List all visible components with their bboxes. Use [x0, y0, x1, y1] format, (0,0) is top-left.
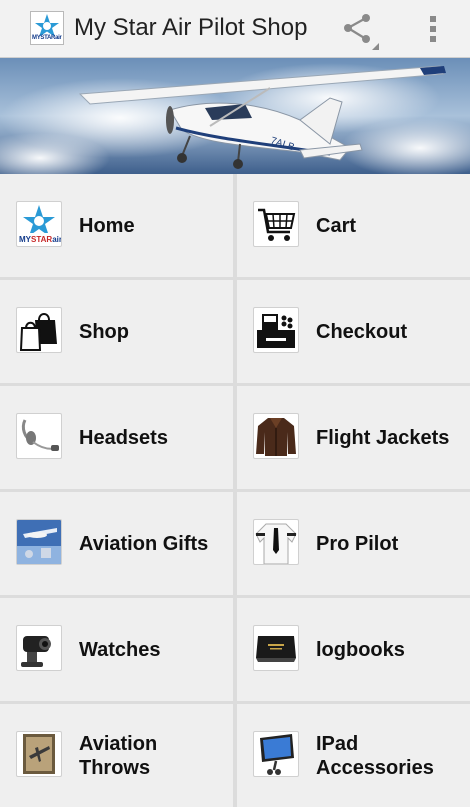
shopping-cart-icon	[253, 201, 299, 247]
tile-label: Cart	[316, 214, 357, 237]
tile-label: logbooks	[316, 638, 405, 661]
ipad-mount-icon	[253, 731, 299, 777]
tile-home[interactable]: MYSTARair Home	[0, 174, 233, 277]
aviation-throw-icon	[16, 731, 62, 777]
tile-aviation-gifts[interactable]: Aviation Gifts	[0, 492, 233, 595]
aviation-gifts-icon	[16, 519, 62, 565]
tile-label: IPad Accessories	[316, 732, 434, 779]
headset-icon	[16, 413, 62, 459]
tile-ipad-accessories[interactable]: IPad Accessories	[237, 704, 470, 807]
tile-pro-pilot[interactable]: Pro Pilot	[237, 492, 470, 595]
tile-cart[interactable]: Cart	[237, 174, 470, 277]
tile-label: Aviation Gifts	[79, 532, 209, 555]
app-logo-text: MYSTARair	[32, 35, 62, 41]
tile-watches[interactable]: Watches	[0, 598, 233, 701]
share-icon[interactable]	[339, 10, 380, 50]
tile-label: Flight Jackets	[316, 426, 450, 449]
menu-grid: MYSTARair Home Cart	[0, 174, 470, 807]
cash-register-icon	[253, 307, 299, 353]
tile-shop[interactable]: Shop	[0, 280, 233, 383]
banner-image: 7ALB	[0, 58, 470, 174]
tile-logbooks[interactable]: logbooks	[237, 598, 470, 701]
logbook-icon	[253, 625, 299, 671]
tile-label: Shop	[79, 320, 129, 343]
tile-label: Watches	[79, 638, 161, 661]
flight-jacket-icon	[253, 413, 299, 459]
tile-flight-jackets[interactable]: Flight Jackets	[237, 386, 470, 489]
tile-headsets[interactable]: Headsets	[0, 386, 233, 489]
app-title: My Star Air Pilot Shop	[74, 14, 308, 41]
tile-label: Pro Pilot	[316, 532, 399, 555]
tile-checkout[interactable]: Checkout	[237, 280, 470, 383]
watch-camera-icon	[16, 625, 62, 671]
tile-label: Home	[79, 214, 135, 237]
tile-aviation-throws[interactable]: Aviation Throws	[0, 704, 233, 807]
action-bar: MYSTARair My Star Air Pilot Shop	[0, 0, 470, 58]
pilot-shirt-icon	[253, 519, 299, 565]
svg-text:MYSTARair: MYSTARair	[19, 235, 61, 244]
mystarair-logo-icon: MYSTARair	[16, 201, 62, 247]
tile-label: Checkout	[316, 320, 408, 343]
tile-label: Aviation Throws	[79, 732, 158, 779]
tile-label: Headsets	[79, 426, 168, 449]
shopping-bags-icon	[16, 307, 62, 353]
overflow-menu-icon[interactable]	[423, 12, 443, 46]
app-logo-icon[interactable]: MYSTARair	[30, 11, 64, 45]
